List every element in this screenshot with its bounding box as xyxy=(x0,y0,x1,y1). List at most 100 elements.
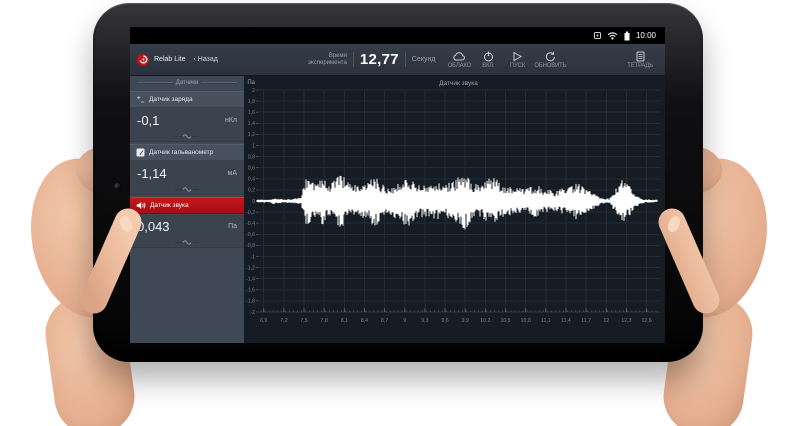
experiment-time-unit: Секунд xyxy=(412,56,436,63)
x-axis-tick-label: 8,1 xyxy=(341,318,348,324)
x-axis-tick-label: 12,3 xyxy=(621,318,631,324)
mini-wave-icon xyxy=(175,133,199,140)
refresh-button[interactable]: ОБНОВИТЬ xyxy=(534,51,566,69)
cloud-icon xyxy=(452,51,466,62)
x-axis-tick-label: 10,2 xyxy=(480,318,490,324)
sensor-value: 0,043 xyxy=(137,219,170,234)
x-axis-tick-label: 10,8 xyxy=(521,318,531,324)
sensor-reading: -0,1 нКл xyxy=(130,108,244,132)
y-axis-tick-label: 0,8 xyxy=(248,154,255,160)
refresh-icon xyxy=(544,51,557,62)
y-axis-tick-label: 1,6 xyxy=(248,110,255,116)
status-time: 10:00 xyxy=(636,31,656,40)
divider xyxy=(405,52,406,67)
sound-waveform-chart[interactable]: Датчик звукаПа21,81,61,41,210,80,60,40,2… xyxy=(244,76,665,343)
chart-panel: Датчик звукаПа21,81,61,41,210,80,60,40,2… xyxy=(244,76,665,343)
sensor-unit: Па xyxy=(228,223,237,230)
notebook-button[interactable]: ТЕТРАДЬ xyxy=(627,51,653,69)
sensor-sidebar: Датчики Датчик заряда xyxy=(130,76,244,343)
x-axis-tick-label: 8,4 xyxy=(361,318,368,324)
play-icon xyxy=(511,51,523,62)
y-axis-tick-label: 1,2 xyxy=(248,132,255,138)
x-axis-tick-label: 9,9 xyxy=(462,318,469,324)
x-axis-tick-label: 9,6 xyxy=(441,318,448,324)
y-axis-tick-label: -1,8 xyxy=(246,299,255,305)
y-axis-tick-label: -0,4 xyxy=(246,221,255,227)
app-header: Relab Lite ‹ Назад xyxy=(130,54,244,66)
x-axis-tick-label: 8,7 xyxy=(381,318,388,324)
battery-icon xyxy=(623,31,631,41)
status-bar: 10:00 xyxy=(130,27,665,44)
sensor-name: Датчик гальванометр xyxy=(149,149,213,156)
y-axis-tick-label: -1,4 xyxy=(246,277,255,283)
tablet-device: 10:00 Relab Lite ‹ Назад Время экспериме… xyxy=(93,3,703,362)
charge-sensor-icon xyxy=(136,95,145,104)
toolbar-actions: ОБЛАКО ВКЛ. ПУСК xyxy=(447,51,566,69)
experiment-time-label: Время эксперимента xyxy=(308,53,347,67)
sound-sensor-icon xyxy=(136,201,146,210)
y-axis-tick-label: -0,8 xyxy=(246,243,255,249)
sensor-name: Датчик заряда xyxy=(149,96,193,103)
chart-title: Датчик звука xyxy=(439,80,478,87)
app-title: Relab Lite xyxy=(154,56,186,63)
y-axis-tick-label: 2 xyxy=(252,88,255,94)
sensor-item-charge: Датчик заряда -0,1 нКл xyxy=(130,91,244,142)
mini-wave-icon xyxy=(175,239,199,246)
sensor-header[interactable]: Датчик заряда xyxy=(130,91,244,108)
app-toolbar: Relab Lite ‹ Назад Время эксперимента 12… xyxy=(130,44,665,76)
sensor-unit: мА xyxy=(228,170,237,177)
sensors-section-divider: Датчики xyxy=(130,76,244,89)
galvanometer-sensor-icon xyxy=(136,148,145,157)
y-axis-tick-label: -1,6 xyxy=(246,288,255,294)
sensor-header[interactable]: Датчик гальванометр xyxy=(130,144,244,161)
power-icon xyxy=(482,51,495,62)
x-axis-tick-label: 9,3 xyxy=(421,318,428,324)
x-axis-tick-label: 7,5 xyxy=(300,318,307,324)
divider xyxy=(353,52,354,67)
y-axis-tick-label: -1 xyxy=(250,254,255,260)
sensor-item-sound: Датчик звука 0,043 Па xyxy=(130,197,244,248)
x-axis-tick-label: 10,5 xyxy=(500,318,510,324)
sensor-reading: 0,043 Па xyxy=(130,214,244,238)
mini-wave-icon xyxy=(175,186,199,193)
expand-handle[interactable] xyxy=(130,238,244,248)
y-axis-tick-label: -0,2 xyxy=(246,210,255,216)
sensor-value: -1,14 xyxy=(137,166,167,181)
experiment-time: Время эксперимента 12,77 Секунд xyxy=(308,51,435,68)
sensor-reading: -1,14 мА xyxy=(130,161,244,185)
wifi-icon xyxy=(607,31,618,40)
y-axis-tick-label: -0,6 xyxy=(246,232,255,238)
start-button[interactable]: ПУСК xyxy=(505,51,529,69)
sensor-name: Датчик звука xyxy=(150,202,189,209)
x-axis-tick-label: 6,9 xyxy=(260,318,267,324)
y-axis-tick-label: 0,2 xyxy=(248,188,255,194)
sensor-header[interactable]: Датчик звука xyxy=(130,197,244,214)
screen: 10:00 Relab Lite ‹ Назад Время экспериме… xyxy=(130,27,665,343)
sensor-item-galvanometer: Датчик гальванометр -1,14 мА xyxy=(130,144,244,195)
front-camera-icon xyxy=(114,183,121,190)
cloud-button[interactable]: ОБЛАКО xyxy=(447,51,471,69)
x-axis-tick-label: 11,1 xyxy=(541,318,551,324)
experiment-time-value: 12,77 xyxy=(360,51,399,68)
x-axis-tick-label: 7,2 xyxy=(280,318,287,324)
y-axis-tick-label: 1,8 xyxy=(248,99,255,105)
sensors-section-label: Датчики xyxy=(176,80,198,86)
x-axis-tick-label: 11,7 xyxy=(581,318,591,324)
power-button[interactable]: ВКЛ. xyxy=(476,51,500,69)
y-axis-tick-label: 1 xyxy=(252,143,255,149)
expand-handle[interactable] xyxy=(130,132,244,142)
rotation-lock-icon xyxy=(593,31,602,40)
scene: 10:00 Relab Lite ‹ Назад Время экспериме… xyxy=(0,0,800,426)
y-axis-unit-label: Па xyxy=(247,80,255,86)
x-axis-tick-label: 9 xyxy=(403,318,406,324)
back-button[interactable]: ‹ Назад xyxy=(194,56,218,63)
y-axis-tick-label: -1,2 xyxy=(246,265,255,271)
sensor-unit: нКл xyxy=(225,117,237,124)
main-content: Датчики Датчик заряда xyxy=(130,76,665,343)
y-axis-tick-label: 0,4 xyxy=(248,177,255,183)
expand-handle[interactable] xyxy=(130,185,244,195)
y-axis-tick-label: 0 xyxy=(252,199,255,205)
relab-logo-icon xyxy=(137,54,149,66)
x-axis-tick-label: 12 xyxy=(603,318,609,324)
sensor-value: -0,1 xyxy=(137,113,159,128)
